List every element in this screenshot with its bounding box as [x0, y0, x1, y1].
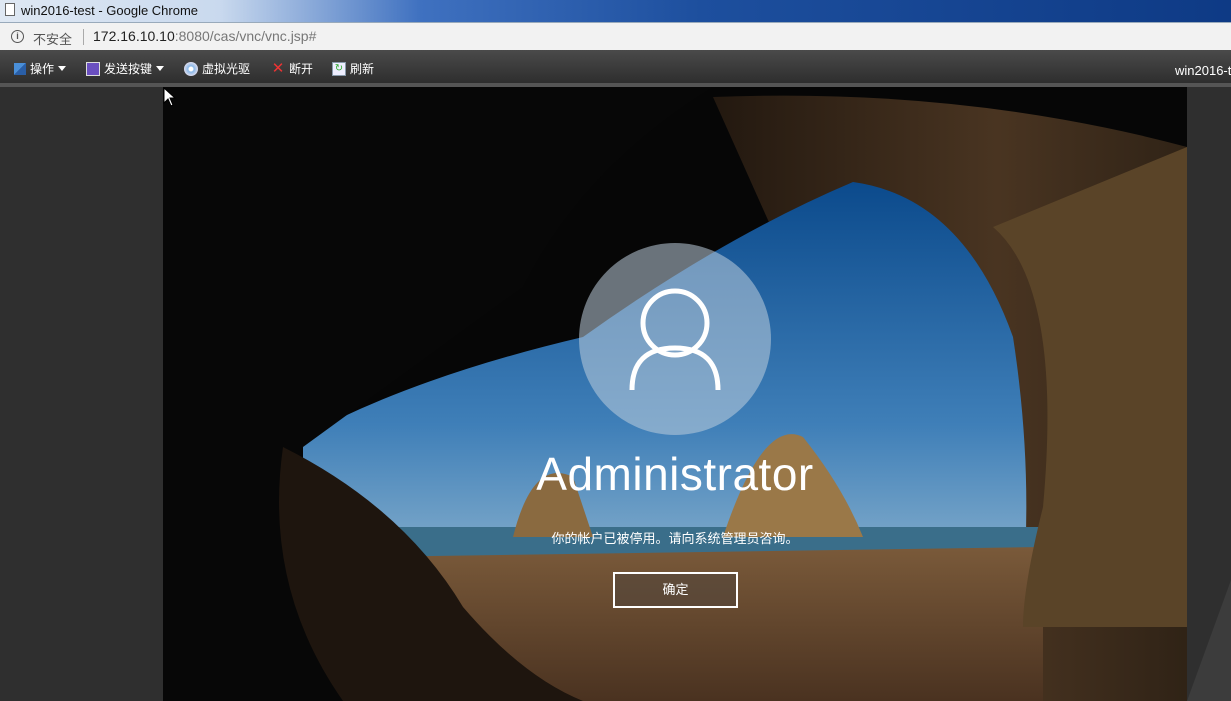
- virtual-cdrom-button[interactable]: 虚拟光驱: [184, 60, 250, 77]
- user-avatar: [579, 243, 771, 435]
- security-label[interactable]: 不安全: [33, 29, 72, 48]
- ok-button[interactable]: 确定: [613, 572, 738, 608]
- account-disabled-message: 你的帐户已被停用。请向系统管理员咨询。: [551, 531, 799, 546]
- refresh-button[interactable]: ↻ 刷新: [332, 60, 374, 77]
- send-keys-label: 发送按键: [104, 62, 153, 76]
- actions-label: 操作: [30, 62, 55, 76]
- url-text[interactable]: 172.16.10.10:8080/cas/vnc/vnc.jsp#: [93, 28, 316, 44]
- url-host: 172.16.10.10: [93, 28, 175, 44]
- vnc-toolbar: 操作 发送按键 虚拟光驱 ✕ 断开 ↻ 刷新 win2016-test: [0, 50, 1231, 83]
- info-icon[interactable]: i: [11, 30, 24, 43]
- user-icon: [629, 288, 721, 391]
- vm-name: win2016-test: [1175, 63, 1231, 78]
- virtual-cdrom-label: 虚拟光驱: [202, 62, 251, 76]
- disconnect-label: 断开: [289, 62, 314, 76]
- divider: [83, 29, 84, 45]
- refresh-icon: ↻: [332, 61, 346, 76]
- actions-menu[interactable]: 操作: [14, 60, 67, 77]
- window-title-bar: win2016-test - Google Chrome: [0, 0, 1231, 22]
- chevron-down-icon: [156, 66, 165, 71]
- window-title: win2016-test - Google Chrome: [21, 3, 199, 18]
- page-icon: [5, 3, 15, 16]
- disc-icon: [184, 61, 198, 76]
- keyboard-icon: [86, 61, 100, 76]
- refresh-label: 刷新: [350, 62, 375, 76]
- chevron-down-icon: [58, 66, 67, 71]
- mouse-cursor-icon: [163, 87, 177, 107]
- close-icon: ✕: [271, 59, 285, 77]
- actions-icon: [14, 62, 26, 75]
- vnc-screen[interactable]: Administrator 你的帐户已被停用。请向系统管理员咨询。 确定: [163, 87, 1187, 701]
- username: Administrator: [536, 448, 814, 500]
- disconnect-button[interactable]: ✕ 断开: [271, 60, 313, 77]
- send-keys-menu[interactable]: 发送按键: [86, 60, 165, 77]
- address-bar[interactable]: i 不安全 172.16.10.10:8080/cas/vnc/vnc.jsp#: [0, 22, 1231, 50]
- url-path: :8080/cas/vnc/vnc.jsp#: [174, 28, 317, 44]
- decorative-corner: [1187, 580, 1231, 701]
